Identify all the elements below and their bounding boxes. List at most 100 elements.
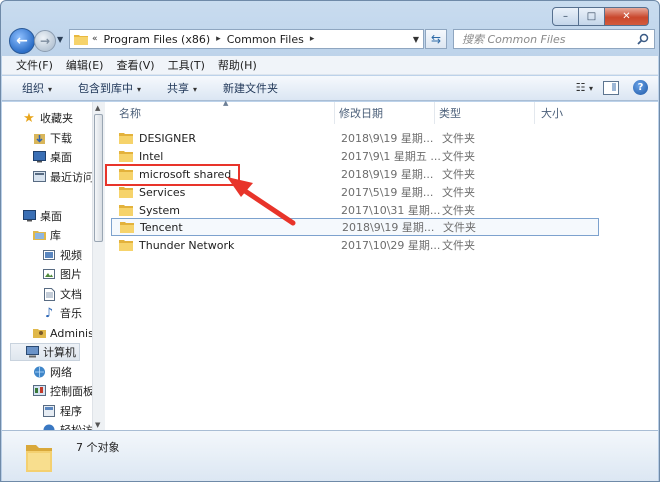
breadcrumb-common-files[interactable]: Common Files bbox=[227, 33, 304, 46]
file-date: 2018\9\19 星期... bbox=[341, 168, 434, 181]
menu-view[interactable]: 查看(V) bbox=[116, 57, 154, 73]
view-controls: ☷ ▾ ? bbox=[576, 80, 648, 95]
nav-music[interactable]: ♪ 音乐 bbox=[42, 304, 82, 322]
programs-icon bbox=[42, 404, 56, 418]
chevron-down-icon: ▾ bbox=[137, 85, 142, 94]
folder-icon bbox=[119, 133, 133, 144]
back-button[interactable]: ← bbox=[9, 28, 35, 54]
menu-file[interactable]: 文件(F) bbox=[16, 57, 53, 73]
scroll-up-icon[interactable]: ▲ bbox=[95, 104, 100, 112]
breadcrumb-separator[interactable]: ▸ bbox=[310, 34, 315, 44]
file-name: Intel bbox=[139, 149, 164, 163]
minimize-button[interactable]: – bbox=[552, 7, 579, 26]
file-name: Thunder Network bbox=[139, 238, 235, 252]
search-input[interactable] bbox=[460, 31, 634, 47]
refresh-button[interactable]: ⇆ bbox=[425, 29, 447, 49]
share-button[interactable]: 共享 ▾ bbox=[167, 80, 197, 96]
main-content: ★ 收藏夹 下载 桌面 最近访问 桌面 库 视频 图片 文档 ♪ 音乐 Admi… bbox=[2, 99, 658, 431]
nav-documents[interactable]: 文档 bbox=[42, 285, 82, 303]
nav-computer[interactable]: 计算机 bbox=[10, 343, 80, 361]
nav-network[interactable]: 网络 bbox=[32, 363, 72, 381]
recent-pages-dropdown[interactable]: ▼ bbox=[57, 35, 63, 44]
navigation-scrollbar[interactable]: ▲ ▼ bbox=[92, 102, 105, 431]
menu-help[interactable]: 帮助(H) bbox=[218, 57, 257, 73]
nav-favorites[interactable]: ★ 收藏夹 bbox=[22, 109, 73, 127]
nav-control-panel[interactable]: 控制面板 bbox=[32, 382, 92, 400]
new-folder-button[interactable]: 新建文件夹 bbox=[223, 80, 278, 96]
column-date[interactable]: 修改日期 bbox=[339, 102, 435, 124]
nav-desktop[interactable]: 桌面 bbox=[22, 207, 62, 225]
file-row-designer[interactable]: DESIGNER 2018\9\19 星期... 文件夹 bbox=[111, 129, 599, 147]
close-button[interactable]: ✕ bbox=[605, 7, 649, 26]
video-icon bbox=[42, 248, 56, 262]
file-date: 2018\9\19 星期... bbox=[342, 221, 435, 234]
change-view-button[interactable]: ☷ ▾ bbox=[576, 81, 593, 94]
nav-user[interactable]: Adminis bbox=[32, 324, 92, 342]
folder-icon bbox=[119, 240, 133, 251]
column-name[interactable]: 名称 bbox=[119, 102, 335, 124]
breadcrumb-separator[interactable]: ▸ bbox=[216, 34, 221, 44]
folder-icon bbox=[119, 151, 133, 162]
file-row-intel[interactable]: Intel 2017\9\1 星期五 ... 文件夹 bbox=[111, 147, 599, 165]
nav-recent-label: 最近访问 bbox=[50, 171, 92, 184]
menu-tools[interactable]: 工具(T) bbox=[168, 57, 205, 73]
folder-icon bbox=[74, 35, 88, 45]
nav-recent[interactable]: 最近访问 bbox=[32, 168, 92, 186]
nav-library[interactable]: 库 bbox=[32, 226, 61, 244]
file-list: ▲ 名称 修改日期 类型 大小 DESIGNER 2018\9\19 星期...… bbox=[105, 99, 658, 431]
file-type: 文件夹 bbox=[443, 221, 476, 234]
chevron-down-icon: ▾ bbox=[193, 85, 198, 94]
organize-button[interactable]: 组织 ▾ bbox=[22, 80, 52, 96]
address-bar[interactable]: « Program Files (x86) ▸ Common Files ▸ ▼ bbox=[69, 29, 424, 49]
user-folder-icon bbox=[32, 326, 46, 340]
include-in-library-button[interactable]: 包含到库中 ▾ bbox=[78, 80, 141, 96]
menu-edit[interactable]: 编辑(E) bbox=[66, 57, 104, 73]
scrollbar-thumb[interactable] bbox=[94, 114, 103, 242]
nav-desktop-fav[interactable]: 桌面 bbox=[32, 148, 72, 166]
document-icon bbox=[42, 287, 56, 301]
address-dropdown[interactable]: ▼ bbox=[413, 35, 419, 44]
annotation-highlight-box bbox=[105, 164, 240, 186]
library-icon bbox=[32, 228, 46, 242]
nav-downloads-label: 下载 bbox=[50, 132, 72, 145]
nav-library-label: 库 bbox=[50, 229, 61, 242]
arrow-left-icon: ← bbox=[16, 33, 28, 49]
control-panel-icon bbox=[32, 384, 46, 398]
nav-pictures[interactable]: 图片 bbox=[42, 265, 82, 283]
file-row-system[interactable]: System 2017\10\31 星期... 文件夹 bbox=[111, 201, 599, 219]
navigation-row: ← → ▼ « Program Files (x86) ▸ Common Fil… bbox=[7, 27, 655, 54]
breadcrumb-overflow[interactable]: « bbox=[92, 34, 98, 44]
file-type: 文件夹 bbox=[442, 168, 475, 181]
file-row-thunder-network[interactable]: Thunder Network 2017\10\29 星期... 文件夹 bbox=[111, 236, 599, 254]
nav-control-panel-label: 控制面板 bbox=[50, 385, 92, 398]
file-type: 文件夹 bbox=[442, 186, 475, 199]
search-icon[interactable] bbox=[637, 33, 649, 45]
chevron-down-icon: ▾ bbox=[588, 84, 593, 93]
column-type[interactable]: 类型 bbox=[439, 102, 535, 124]
preview-pane-button[interactable] bbox=[603, 80, 619, 95]
window-controls: – □ ✕ bbox=[552, 7, 649, 26]
organize-label: 组织 bbox=[22, 82, 44, 95]
computer-icon bbox=[25, 345, 39, 359]
column-size[interactable]: 大小 bbox=[541, 102, 591, 124]
nav-videos[interactable]: 视频 bbox=[42, 246, 82, 264]
nav-favorites-label: 收藏夹 bbox=[40, 112, 73, 125]
menu-bar: 文件(F) 编辑(E) 查看(V) 工具(T) 帮助(H) bbox=[2, 56, 658, 75]
help-button[interactable]: ? bbox=[633, 80, 648, 95]
nav-programs[interactable]: 程序 bbox=[42, 402, 82, 420]
folder-icon bbox=[119, 187, 133, 198]
file-row-tencent[interactable]: Tencent 2018\9\19 星期... 文件夹 bbox=[111, 218, 599, 236]
forward-button[interactable]: → bbox=[34, 30, 56, 52]
star-icon: ★ bbox=[23, 110, 35, 126]
arrow-right-icon: → bbox=[39, 34, 51, 48]
maximize-button[interactable]: □ bbox=[579, 7, 605, 26]
folder-icon bbox=[119, 205, 133, 216]
nav-network-label: 网络 bbox=[50, 366, 72, 379]
file-date: 2017\10\31 星期... bbox=[341, 204, 441, 217]
column-size-label: 大小 bbox=[541, 107, 563, 120]
nav-downloads[interactable]: 下载 bbox=[32, 129, 72, 147]
file-name: Services bbox=[139, 185, 186, 199]
file-type: 文件夹 bbox=[442, 239, 475, 252]
breadcrumb-program-files[interactable]: Program Files (x86) bbox=[104, 33, 211, 46]
scroll-down-icon[interactable]: ▼ bbox=[95, 421, 100, 429]
